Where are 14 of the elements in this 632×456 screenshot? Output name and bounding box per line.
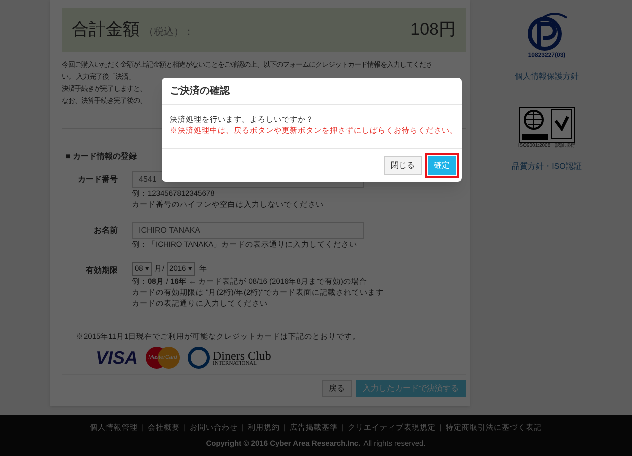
total-label: 合計金額 — [72, 19, 140, 42]
dialog-title: ご決済の確認 — [170, 84, 230, 98]
field-label: カード番号 — [78, 174, 118, 186]
close-button[interactable]: 閉じる — [384, 156, 422, 175]
privacy-link[interactable]: 個人情報保護方針 — [515, 71, 579, 83]
quality-policy-link[interactable]: 品質方針・ISO認証 — [512, 160, 582, 172]
field-label: お名前 — [94, 225, 118, 237]
confirm-button[interactable]: 確定 — [428, 156, 456, 175]
field-label: 有効期限 — [86, 265, 118, 277]
total-amount: 108円 — [410, 19, 456, 42]
name-field[interactable]: ICHIRO TANAKA — [132, 222, 364, 239]
section-title: ■ カード情報の登録 — [66, 151, 138, 163]
visa-logo: VISA — [96, 346, 138, 370]
back-button[interactable]: 戻る — [322, 380, 352, 398]
